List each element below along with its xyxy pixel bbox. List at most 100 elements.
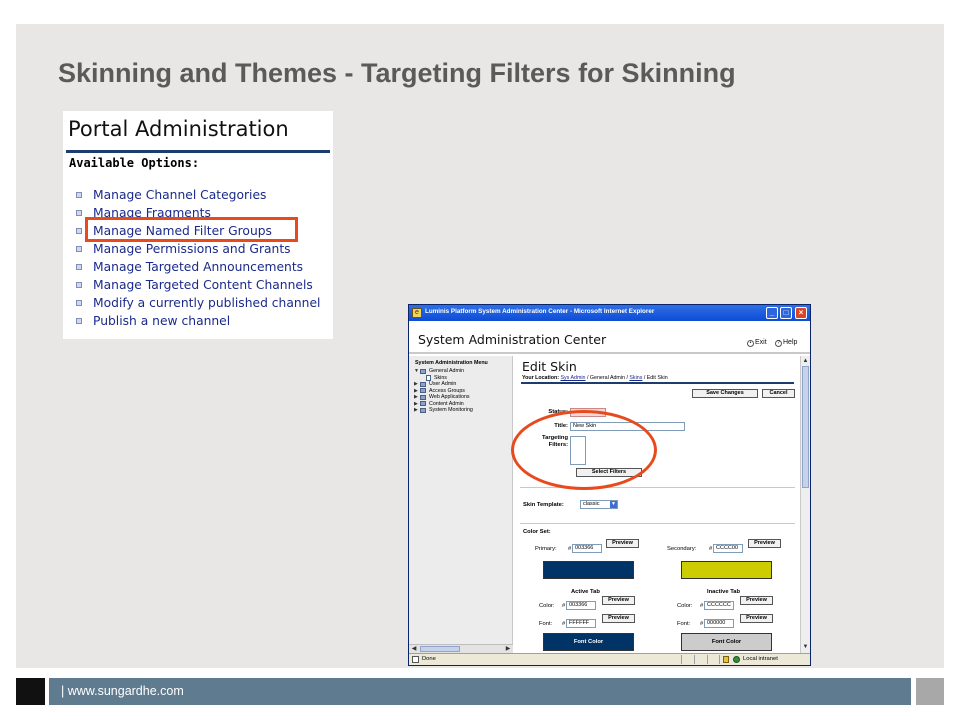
hash-symbol: # <box>562 621 566 627</box>
minimize-button[interactable]: _ <box>766 307 778 319</box>
option-link[interactable]: Publish a new channel <box>93 314 230 328</box>
inactive-tab-label: Inactive Tab <box>707 589 741 595</box>
portal-divider <box>66 150 330 153</box>
window-titlebar[interactable]: e Luminis Platform System Administration… <box>409 305 810 321</box>
globe-icon <box>733 656 740 663</box>
window-title: Luminis Platform System Administration C… <box>425 308 655 315</box>
sidebar-horizontal-scrollbar[interactable]: ◀ ▶ <box>409 644 513 653</box>
bullet-icon <box>76 192 82 198</box>
inactive-font-input[interactable]: 000000 <box>704 619 734 628</box>
option-link[interactable]: Manage Targeted Content Channels <box>93 278 313 292</box>
inactive-tab-font-sample: Font Color <box>681 633 772 651</box>
app-title: System Administration Center <box>418 332 607 347</box>
primary-preview-button[interactable]: Preview <box>606 539 639 548</box>
footer-url: | www.sungardhe.com <box>61 684 184 698</box>
inactive-color-input[interactable]: CCCCCC <box>704 601 734 610</box>
secondary-label: Secondary: <box>667 546 697 552</box>
scrollbar-thumb[interactable] <box>802 366 809 488</box>
menu-item-label: Content Admin <box>429 400 464 407</box>
bullet-icon <box>76 282 82 288</box>
menu-item-label: Access Groups <box>429 387 465 394</box>
portal-title: Portal Administration <box>68 117 289 141</box>
color-set-label: Color Set: <box>523 529 551 535</box>
active-color-label: Color: <box>539 603 555 609</box>
active-tab-font-sample: Font Color <box>543 633 634 651</box>
close-button[interactable]: × <box>795 307 807 319</box>
option-link[interactable]: Manage Channel Categories <box>93 188 266 202</box>
menu-item-web-applications[interactable]: ▶ Web Applications <box>414 394 473 401</box>
menu-item-access-groups[interactable]: ▶ Access Groups <box>414 388 473 395</box>
scroll-left-icon[interactable]: ◀ <box>410 646 418 653</box>
save-changes-button[interactable]: Save Changes <box>692 389 758 398</box>
scrollbar-thumb[interactable] <box>420 646 460 652</box>
menu-item-general-admin[interactable]: ▼ General Admin <box>414 368 473 375</box>
breadcrumb-skins[interactable]: Skins <box>629 375 642 381</box>
footer-gray-square <box>916 678 944 705</box>
section-divider <box>520 523 795 524</box>
breadcrumb-sys-admin[interactable]: Sys Admin <box>560 375 585 381</box>
menu-list: ▼ General Admin Skins ▶ User Admin ▶ Access… <box>414 368 473 414</box>
content-vertical-scrollbar[interactable]: ▲ ▼ <box>800 356 810 653</box>
browser-status-bar: Done Local intranet <box>409 653 810 665</box>
exit-label: Exit <box>755 339 767 346</box>
scroll-down-icon[interactable]: ▼ <box>802 643 809 651</box>
chevron-down-icon[interactable]: ▼ <box>610 501 617 508</box>
footer-black-square <box>16 678 45 705</box>
hash-symbol: # <box>562 603 566 609</box>
inactive-color-preview-button[interactable]: Preview <box>740 596 773 605</box>
help-icon: ? <box>775 340 782 347</box>
app-header: System Administration Center • Exit ? Help <box>409 321 810 354</box>
option-link[interactable]: Modify a currently published channel <box>93 296 320 310</box>
active-color-input[interactable]: 003366 <box>566 601 596 610</box>
bullet-icon <box>76 246 82 252</box>
option-modify-published-channel[interactable]: Modify a currently published channel <box>76 294 320 312</box>
menu-item-label: User Admin <box>429 381 457 388</box>
title-divider <box>521 382 794 384</box>
inactive-font-preview-button[interactable]: Preview <box>740 614 773 623</box>
bullet-icon <box>76 318 82 324</box>
inactive-font-label: Font: <box>677 621 691 627</box>
active-color-preview-button[interactable]: Preview <box>602 596 635 605</box>
help-link[interactable]: ? Help <box>775 339 797 347</box>
edit-skin-content: Edit Skin Your Location: Sys Admin / Gen… <box>514 356 800 653</box>
status-divider <box>681 655 682 664</box>
option-manage-channel-categories[interactable]: Manage Channel Categories <box>76 186 320 204</box>
bullet-icon <box>76 300 82 306</box>
hash-symbol: # <box>700 621 704 627</box>
cancel-button[interactable]: Cancel <box>762 389 795 398</box>
bullet-icon <box>76 264 82 270</box>
status-divider <box>719 655 720 664</box>
active-font-input[interactable]: FFFFFF <box>566 619 596 628</box>
option-manage-targeted-announcements[interactable]: Manage Targeted Announcements <box>76 258 320 276</box>
secondary-color-swatch <box>681 561 772 579</box>
option-link[interactable]: Manage Targeted Announcements <box>93 260 303 274</box>
document-icon <box>426 374 431 381</box>
folder-icon <box>420 388 426 394</box>
options-list: Manage Channel Categories Manage Fragmen… <box>76 186 320 330</box>
active-font-preview-button[interactable]: Preview <box>602 614 635 623</box>
option-manage-targeted-content-channels[interactable]: Manage Targeted Content Channels <box>76 276 320 294</box>
page-icon <box>412 656 419 663</box>
skin-template-value: classic <box>583 501 600 507</box>
secondary-preview-button[interactable]: Preview <box>748 539 781 548</box>
secondary-color-input[interactable]: CCCC00 <box>713 544 743 553</box>
bullet-icon <box>76 210 82 216</box>
highlight-box-named-filter-groups <box>85 217 298 242</box>
maximize-button[interactable]: □ <box>780 307 792 319</box>
highlight-circle-targeting-filters <box>511 410 657 490</box>
scroll-up-icon[interactable]: ▲ <box>802 357 809 365</box>
exit-link[interactable]: • Exit <box>747 339 767 347</box>
skin-template-label: Skin Template: <box>523 502 564 508</box>
primary-color-input[interactable]: 003366 <box>572 544 602 553</box>
option-link[interactable]: Manage Permissions and Grants <box>93 242 291 256</box>
option-publish-new-channel[interactable]: Publish a new channel <box>76 312 320 330</box>
page-title: Edit Skin <box>522 359 577 374</box>
option-manage-permissions-and-grants[interactable]: Manage Permissions and Grants <box>76 240 320 258</box>
skin-template-select[interactable]: classic ▼ <box>580 500 618 509</box>
menu-item-label: Web Applications <box>429 394 470 401</box>
ie-icon: e <box>412 308 422 318</box>
help-label: Help <box>783 339 798 346</box>
scroll-right-icon[interactable]: ▶ <box>504 646 512 653</box>
menu-item-system-monitoring[interactable]: ▶ System Monitoring <box>414 407 473 414</box>
inactive-color-label: Color: <box>677 603 693 609</box>
